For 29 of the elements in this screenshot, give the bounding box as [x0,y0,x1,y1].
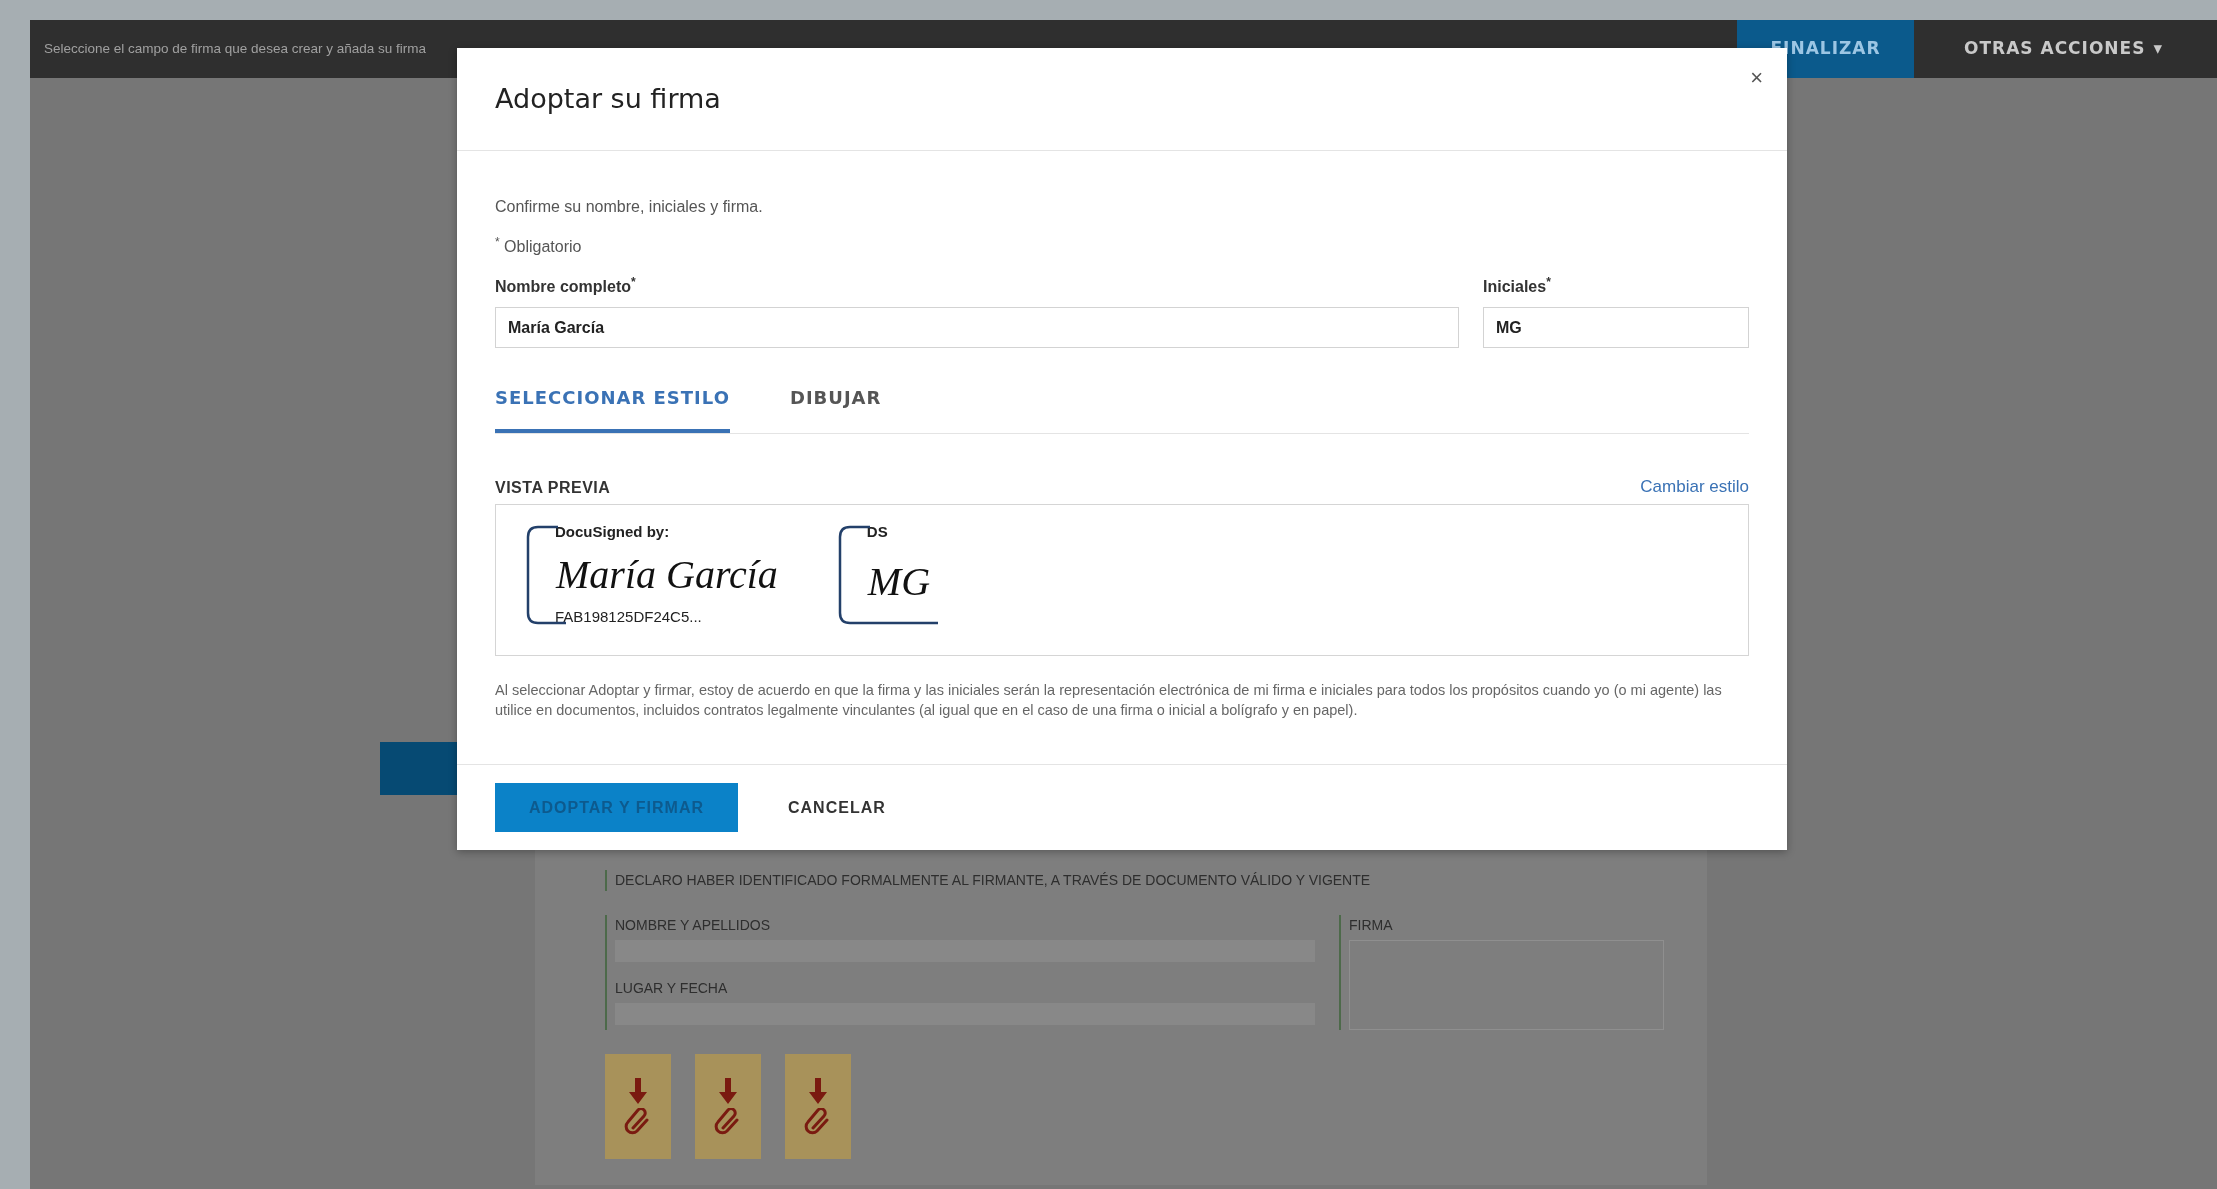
download-arrow-icon [629,1077,647,1104]
caret-icon: ▾ [2153,36,2163,62]
attachment-tile[interactable] [785,1054,851,1159]
attachment-tile[interactable] [605,1054,671,1159]
required-note: $^{*}$ Obligatorio [495,235,583,257]
instruction-text: Seleccione el campo de firma que desea crear y añada su firma [43,39,427,58]
covered-button[interactable] [380,742,460,795]
download-arrow-icon [809,1077,827,1104]
declaration-text: DECLARO HABER IDENTIFICADO FORMALMENTE AL FIRMANTE, A TRAVÉS DE DOCUMENTO VÁLIDO Y VIGENTE [605,870,1707,891]
legal-text: Al seleccionar Adoptar y firmar, estoy de acuerdo en que la firma y las iniciales serán la representación electrónica de mi firma e iniciales para todos los propósitos cuando yo (o mi agente) las utilice en documentos, incluidos contratos legalmente vinculantes (al igual que en el caso de una firma o inicial a bolígrafo y en papel). [495,680,1723,720]
style-tab[interactable]: SELECCIONAR ESTILO [495,384,730,433]
cancel-button[interactable]: CANCELAR [782,794,892,821]
preview-label: VISTA PREVIA [495,477,611,498]
text-field[interactable]: María García [495,307,1459,348]
attachment-tile[interactable] [695,1054,761,1159]
field-label: Iniciales$^{*}$ [1483,275,1552,297]
intro-text: Confirme su nombre, iniciales y firma. [495,197,764,217]
signature-field-label: FIRMA [1349,916,1394,935]
field-label: LUGAR Y FECHA [615,979,729,998]
style-tab[interactable]: DIBUJAR [789,384,882,433]
signature-text: María García [554,554,778,595]
field-label: Nombre completo$^{*}$ [495,275,637,297]
more-actions-menu[interactable]: OTRAS ACCIONES ▾ [1958,35,2169,63]
download-arrow-icon [719,1077,737,1104]
dialog-title: Adoptar su firma [495,82,721,116]
text-field[interactable]: MG [1483,307,1749,348]
field-label: NOMBRE Y APELLIDOS [615,916,772,935]
initials-text: MG [866,561,931,602]
change-style-link[interactable]: Cambiar estilo [1640,474,1749,500]
